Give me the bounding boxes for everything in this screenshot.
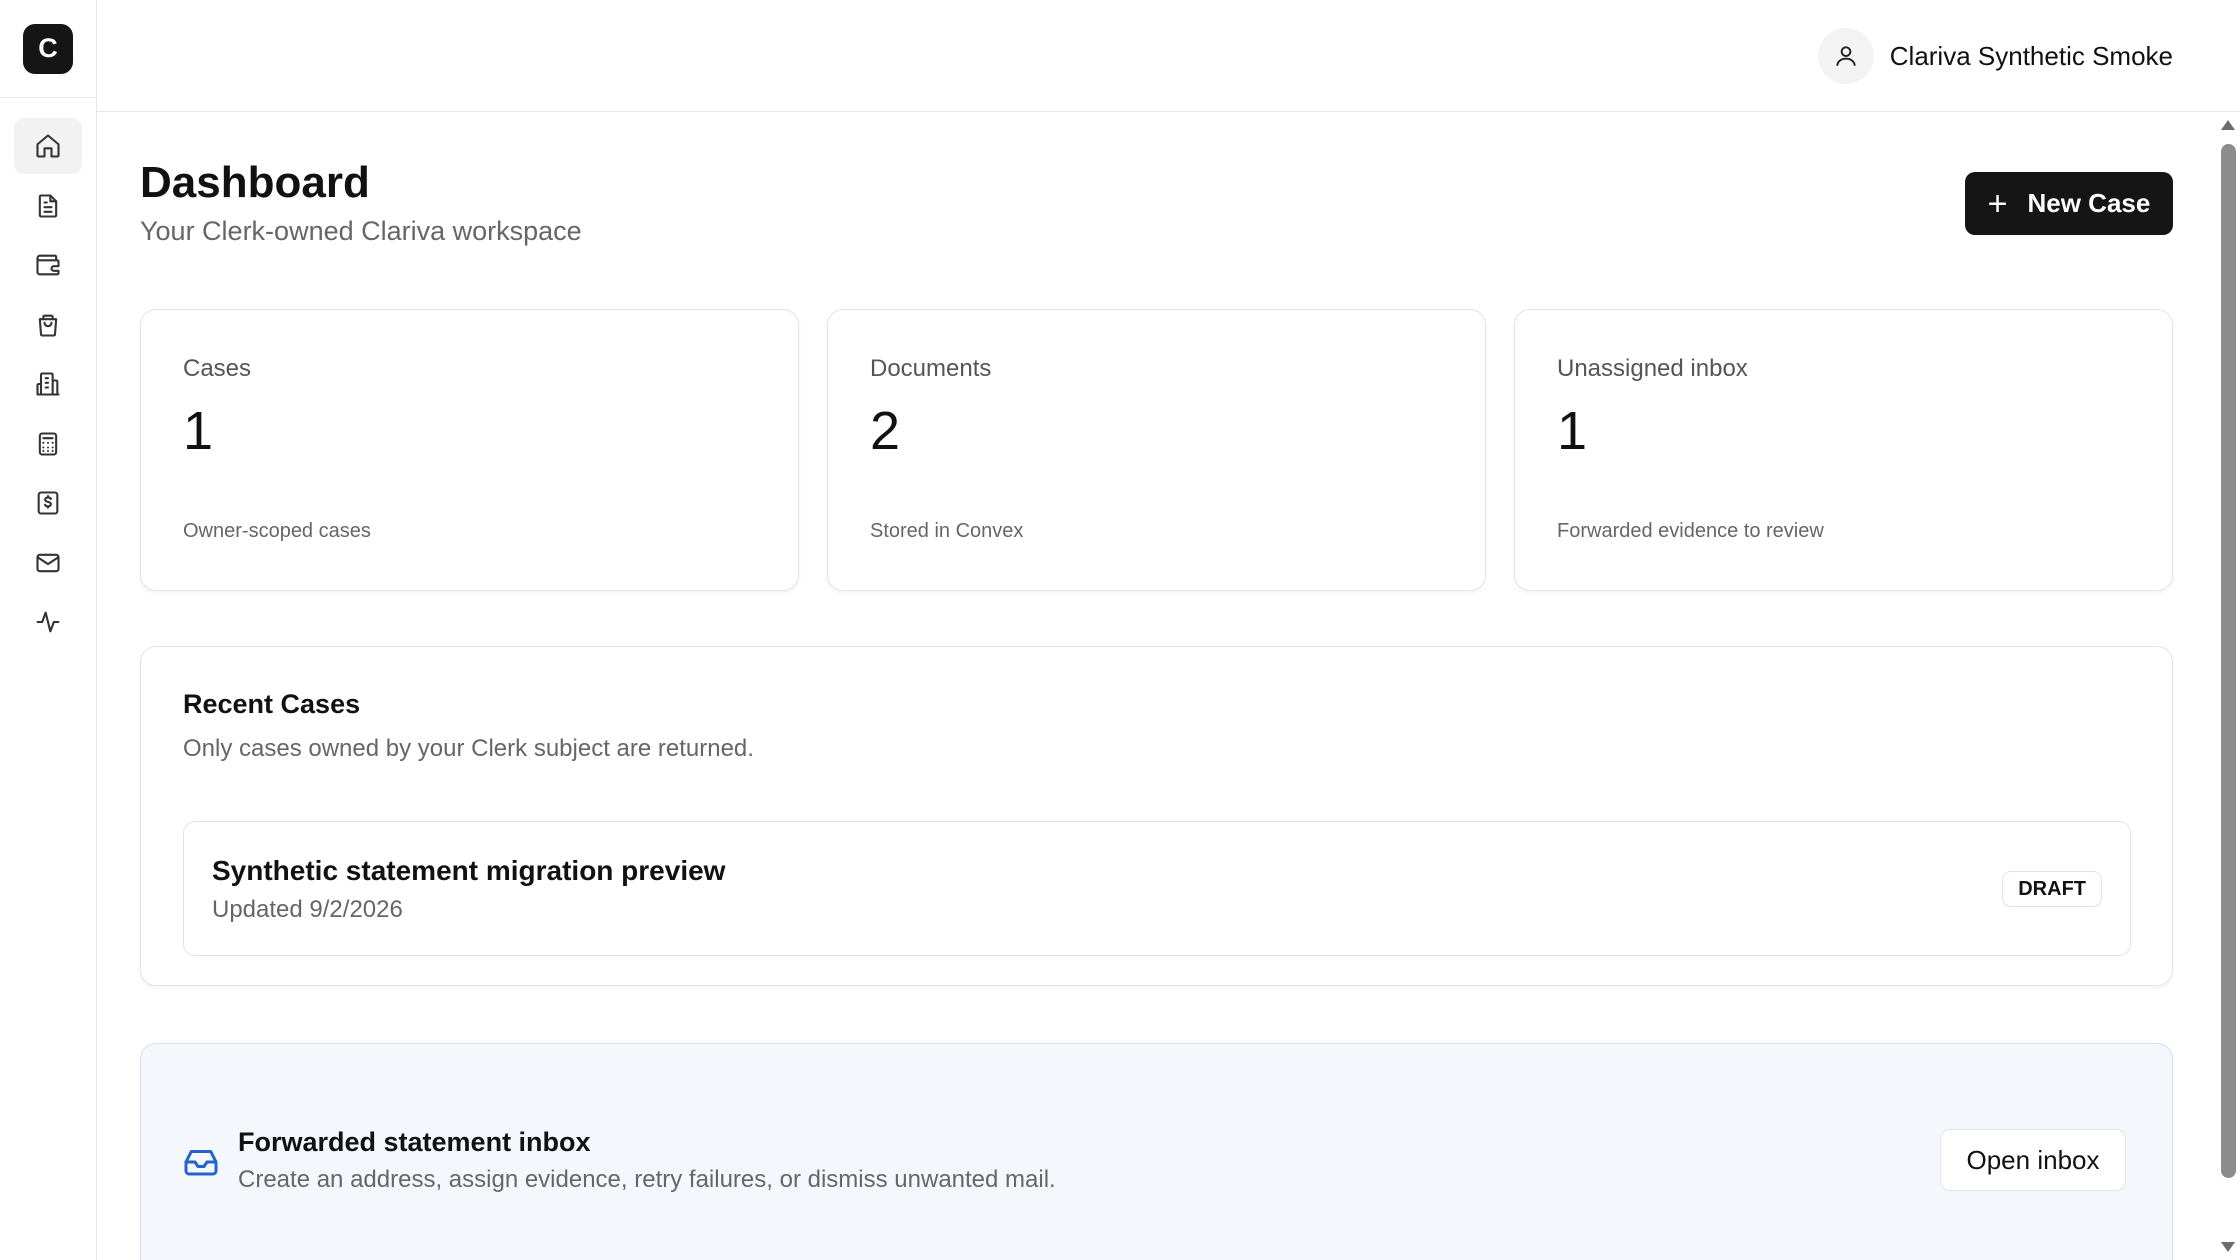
sidebar-item-mail[interactable] <box>14 535 82 591</box>
sidebar: C <box>0 0 97 1260</box>
home-icon <box>36 134 60 158</box>
stat-value: 2 <box>870 401 901 461</box>
scroll-up-arrow-icon[interactable] <box>2221 120 2235 130</box>
user-icon <box>1836 46 1856 66</box>
inbox-card-subtitle: Create an address, assign evidence, retr… <box>238 1166 1056 1193</box>
file-text-icon <box>38 193 58 218</box>
case-updated: Updated 9/2/2026 <box>212 896 403 923</box>
sidebar-item-home[interactable] <box>14 118 82 174</box>
sidebar-item-calculator[interactable] <box>14 416 82 472</box>
vertical-scrollbar[interactable] <box>2215 112 2240 1260</box>
stat-note: Stored in Convex <box>870 520 1024 542</box>
sidebar-item-documents[interactable] <box>14 178 82 234</box>
building-icon <box>36 372 60 396</box>
sidebar-item-activity[interactable] <box>14 594 82 650</box>
sidebar-nav <box>0 98 96 654</box>
stat-label: Documents <box>870 355 992 382</box>
recent-cases-subtitle: Only cases owned by your Clerk subject a… <box>183 735 754 762</box>
sidebar-header: C <box>0 0 96 98</box>
stat-card-cases: Cases 1 Owner-scoped cases <box>140 309 799 591</box>
activity-icon <box>36 611 60 633</box>
scroll-down-arrow-icon[interactable] <box>2221 1242 2235 1252</box>
recent-cases-title: Recent Cases <box>183 689 361 719</box>
case-list-item[interactable]: Synthetic statement migration preview Up… <box>183 821 2131 956</box>
stat-label: Unassigned inbox <box>1557 355 1748 382</box>
user-menu[interactable]: Clariva Synthetic Smoke <box>1817 28 2173 84</box>
stat-note: Forwarded evidence to review <box>1557 520 1824 542</box>
app-logo[interactable]: C <box>23 23 73 74</box>
inbox-card-title: Forwarded statement inbox <box>238 1127 591 1157</box>
stat-label: Cases <box>183 355 252 382</box>
avatar[interactable] <box>1817 28 1874 84</box>
sidebar-item-wallet[interactable] <box>14 237 82 293</box>
sidebar-item-billing[interactable] <box>14 475 82 531</box>
stat-value: 1 <box>1557 401 1588 461</box>
shopping-bag-icon <box>38 314 58 337</box>
app-root: C Clariva Synthetic Smoke Dashboard Your… <box>0 0 2240 1260</box>
forwarded-inbox-card: Forwarded statement inbox Create an addr… <box>140 1043 2173 1260</box>
top-bar: Clariva Synthetic Smoke <box>97 0 2240 112</box>
stat-card-documents: Documents 2 Stored in Convex <box>827 309 1486 591</box>
dollar-receipt-icon <box>37 491 59 515</box>
main-content: Dashboard Your Clerk-owned Clariva works… <box>97 112 2215 1260</box>
new-case-button[interactable]: + New Case <box>1965 172 2173 235</box>
inbox-icon <box>183 1144 219 1180</box>
new-case-label: New Case <box>2027 188 2151 218</box>
stat-card-unassigned-inbox: Unassigned inbox 1 Forwarded evidence to… <box>1514 309 2173 591</box>
status-badge: DRAFT <box>2002 871 2102 907</box>
wallet-icon <box>36 254 60 276</box>
page-subtitle: Your Clerk-owned Clariva workspace <box>140 216 582 246</box>
stat-note: Owner-scoped cases <box>183 520 371 542</box>
calculator-icon <box>38 431 58 456</box>
stat-value: 1 <box>183 401 214 461</box>
case-title: Synthetic statement migration preview <box>212 855 726 886</box>
recent-cases-card: Recent Cases Only cases owned by your Cl… <box>140 646 2173 986</box>
mail-icon <box>36 553 60 572</box>
sidebar-item-organizations[interactable] <box>14 356 82 412</box>
user-name: Clariva Synthetic Smoke <box>1889 40 2173 71</box>
sidebar-item-shopping[interactable] <box>14 297 82 353</box>
scroll-thumb[interactable] <box>2221 144 2236 1178</box>
plus-icon: + <box>1987 184 2008 223</box>
page-title: Dashboard <box>140 158 370 207</box>
open-inbox-button[interactable]: Open inbox <box>1940 1129 2126 1191</box>
